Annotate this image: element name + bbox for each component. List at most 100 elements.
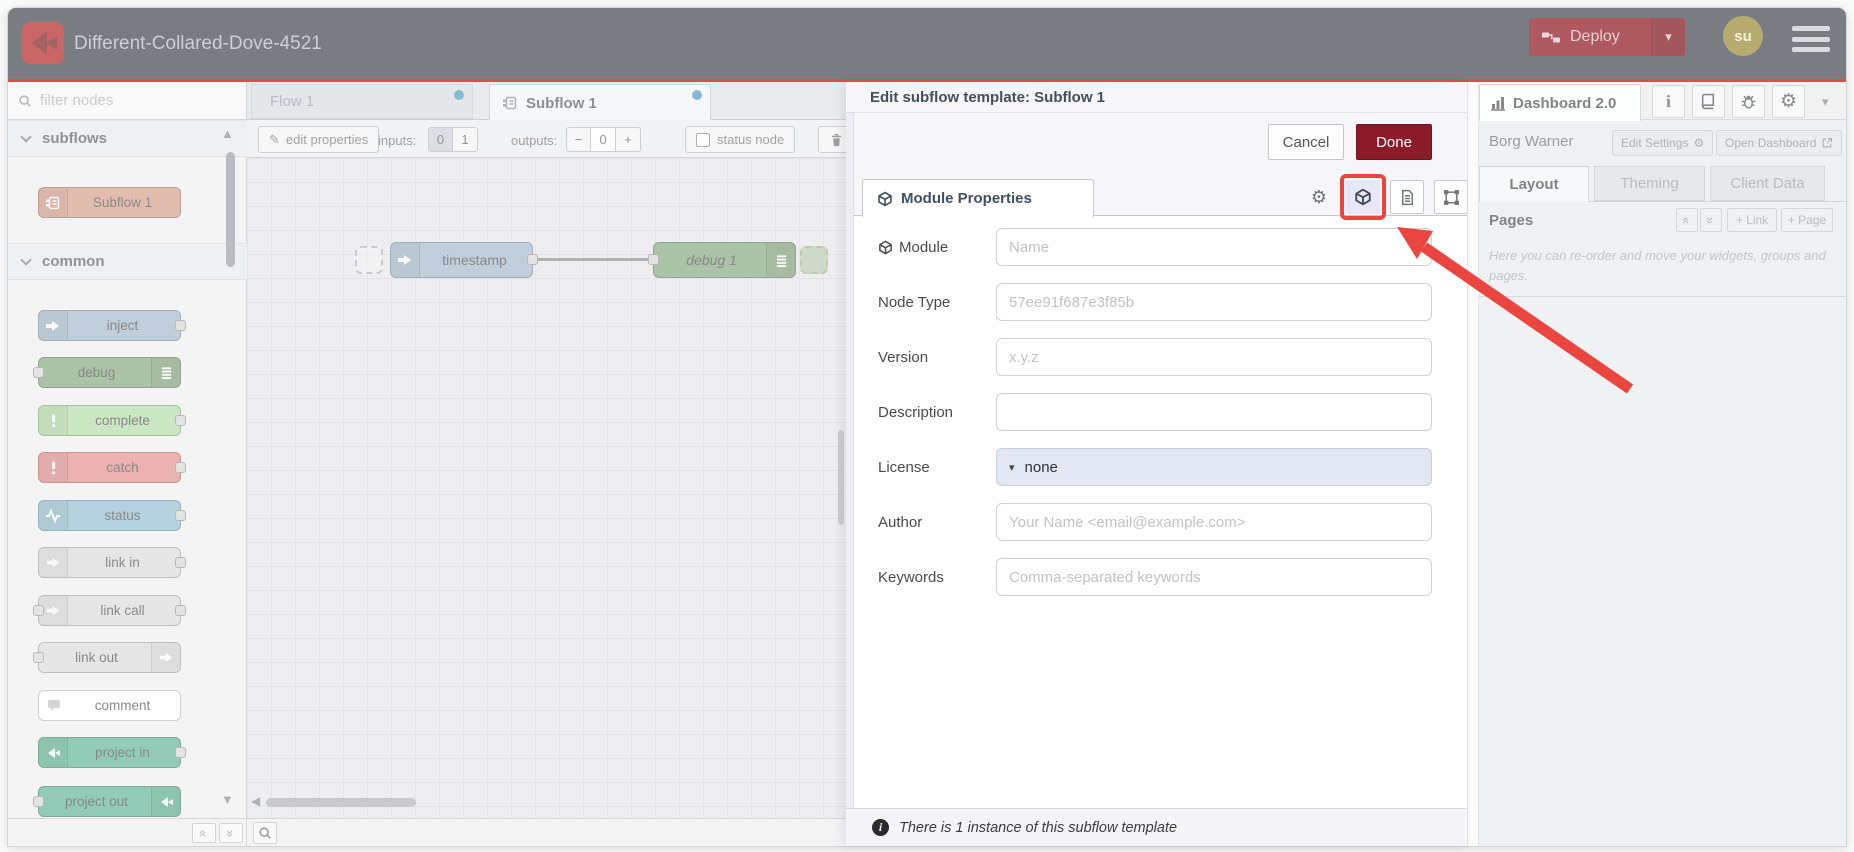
palette-scroll-up-icon[interactable]: ▲ xyxy=(221,126,234,141)
tab-flow-1[interactable]: Flow 1 xyxy=(251,84,473,119)
workspace-tab-bar: Flow 1 Subflow 1 xyxy=(247,82,846,121)
version-input[interactable] xyxy=(996,338,1432,376)
node-type-field-label: Node Type xyxy=(878,293,951,311)
palette-search[interactable] xyxy=(8,82,247,120)
author-field-label: Author xyxy=(878,513,923,531)
palette-node-comment[interactable]: comment xyxy=(38,690,181,721)
keywords-input[interactable] xyxy=(996,558,1432,596)
wire[interactable] xyxy=(538,258,656,261)
tab-client-data[interactable]: Client Data xyxy=(1710,166,1825,201)
appearance-button[interactable] xyxy=(1434,180,1468,214)
expand-all-button[interactable]: » xyxy=(1700,208,1722,232)
add-link-button[interactable]: + Link xyxy=(1727,208,1777,232)
pencil-icon: ✎ xyxy=(269,131,280,147)
deploy-options-button[interactable]: ▾ xyxy=(1651,18,1685,56)
module-properties-button[interactable] xyxy=(1346,180,1380,214)
palette-node-link-in[interactable]: link in xyxy=(38,547,186,578)
output-port[interactable] xyxy=(527,254,538,265)
edit-properties-button[interactable]: ✎ edit properties xyxy=(258,126,380,153)
info-icon: i xyxy=(872,819,889,836)
double-chevron-down-icon: » xyxy=(223,829,239,837)
description-button[interactable] xyxy=(1390,180,1424,214)
author-input[interactable] xyxy=(996,503,1432,541)
comment-bubble-icon xyxy=(39,691,68,720)
palette-node-complete[interactable]: complete xyxy=(38,405,186,436)
tab-theming[interactable]: Theming xyxy=(1594,166,1705,201)
sidebar-tab-bar: Dashboard 2.0 i ⚙ ▾ xyxy=(1479,82,1846,121)
palette-node-catch[interactable]: catch xyxy=(38,452,186,483)
palette-expand-categories-button[interactable]: » xyxy=(219,823,243,843)
palette-node-inject[interactable]: inject xyxy=(38,310,186,341)
gear-icon: ⚙ xyxy=(1779,91,1798,112)
canvas-node-timestamp[interactable]: timestamp xyxy=(390,242,538,278)
cancel-button[interactable]: Cancel xyxy=(1268,124,1344,160)
license-select[interactable]: ▾ none xyxy=(996,448,1432,486)
outputs-stepper: − 0 + xyxy=(566,127,641,152)
inputs-option-1[interactable]: 1 xyxy=(453,127,478,152)
filter-nodes-input[interactable] xyxy=(40,92,230,109)
outputs-count-input[interactable]: 0 xyxy=(591,127,616,152)
scroll-left-icon[interactable]: ◀ xyxy=(251,794,260,808)
canvas-search-button[interactable] xyxy=(253,822,277,844)
pages-hint-text: Here you can re-order and move your widg… xyxy=(1489,248,1826,283)
trash-icon xyxy=(829,132,844,147)
input-port[interactable] xyxy=(648,254,659,265)
help-tab-button[interactable] xyxy=(1692,85,1725,118)
user-avatar[interactable]: su xyxy=(1723,16,1763,56)
inputs-option-0[interactable]: 0 xyxy=(428,127,453,152)
tray-resize-handle[interactable] xyxy=(846,82,854,846)
info-tab-button[interactable]: i xyxy=(1652,85,1685,118)
tab-module-properties[interactable]: Module Properties xyxy=(862,179,1094,217)
description-input[interactable] xyxy=(996,393,1432,431)
sidebar-resize-handle[interactable] xyxy=(1467,82,1479,846)
palette-node-link-call[interactable]: link call xyxy=(33,595,186,626)
canvas-node-debug-1[interactable]: debug 1 xyxy=(648,242,796,278)
tab-layout[interactable]: Layout xyxy=(1479,166,1589,202)
status-node-checkbox[interactable] xyxy=(696,132,710,147)
pages-list-divider xyxy=(1479,296,1846,297)
deploy-button[interactable]: Deploy ▾ xyxy=(1529,18,1685,56)
palette-node-subflow-1[interactable]: Subflow 1 xyxy=(38,187,181,218)
input-port xyxy=(33,605,44,616)
edit-settings-button[interactable]: Edit Settings ⚙ xyxy=(1612,130,1714,156)
palette-node-link-out[interactable]: link out xyxy=(33,642,181,673)
done-button[interactable]: Done xyxy=(1356,124,1432,160)
node-type-input[interactable] xyxy=(996,283,1432,321)
open-dashboard-button[interactable]: Open Dashboard xyxy=(1716,130,1843,156)
config-nodes-tab-button[interactable]: ⚙ xyxy=(1772,85,1805,118)
palette-section-common[interactable]: common xyxy=(8,243,247,280)
tab-dashboard-2[interactable]: Dashboard 2.0 xyxy=(1479,84,1641,121)
flow-canvas[interactable]: timestamp debug 1 ◀ xyxy=(247,158,846,818)
tab-subflow-1[interactable]: Subflow 1 xyxy=(489,84,711,121)
outputs-decrement-button[interactable]: − xyxy=(566,127,591,152)
page-title: Different-Collared-Dove-4521 xyxy=(74,32,322,54)
link-in-icon xyxy=(39,548,68,577)
add-page-button[interactable]: + Page xyxy=(1781,208,1833,232)
palette-node-project-in[interactable]: project in xyxy=(38,737,186,768)
palette-collapse-categories-button[interactable]: « xyxy=(192,823,216,843)
chevron-down-icon xyxy=(20,130,32,143)
document-icon xyxy=(1399,189,1416,206)
more-tabs-button[interactable]: ▾ xyxy=(1822,94,1829,110)
palette-node-status[interactable]: status xyxy=(38,500,186,531)
outputs-increment-button[interactable]: + xyxy=(616,127,641,152)
collapse-all-button[interactable]: « xyxy=(1676,208,1698,232)
book-icon xyxy=(1700,93,1717,110)
canvas-vertical-scrollbar[interactable] xyxy=(838,430,844,525)
palette-node-project-out[interactable]: project out xyxy=(33,786,181,817)
selection-frame-icon xyxy=(1443,189,1460,206)
debug-tab-button[interactable] xyxy=(1732,85,1765,118)
subflow-output-stub[interactable] xyxy=(800,246,828,274)
subflow-input-stub[interactable] xyxy=(355,246,383,274)
canvas-horizontal-scrollbar[interactable] xyxy=(266,798,416,807)
palette-scroll-down-icon[interactable]: ▼ xyxy=(221,792,234,807)
module-input[interactable] xyxy=(996,228,1432,266)
palette-node-debug[interactable]: debug xyxy=(33,357,181,388)
subflow-icon xyxy=(502,95,518,111)
status-node-toggle[interactable]: status node xyxy=(685,126,796,153)
palette-scrollbar[interactable] xyxy=(226,152,235,267)
main-menu-button[interactable] xyxy=(1792,26,1830,52)
gear-icon: ⚙ xyxy=(1693,136,1705,150)
node-properties-button[interactable]: ⚙ xyxy=(1302,180,1336,214)
palette-section-subflows[interactable]: subflows xyxy=(8,120,247,157)
